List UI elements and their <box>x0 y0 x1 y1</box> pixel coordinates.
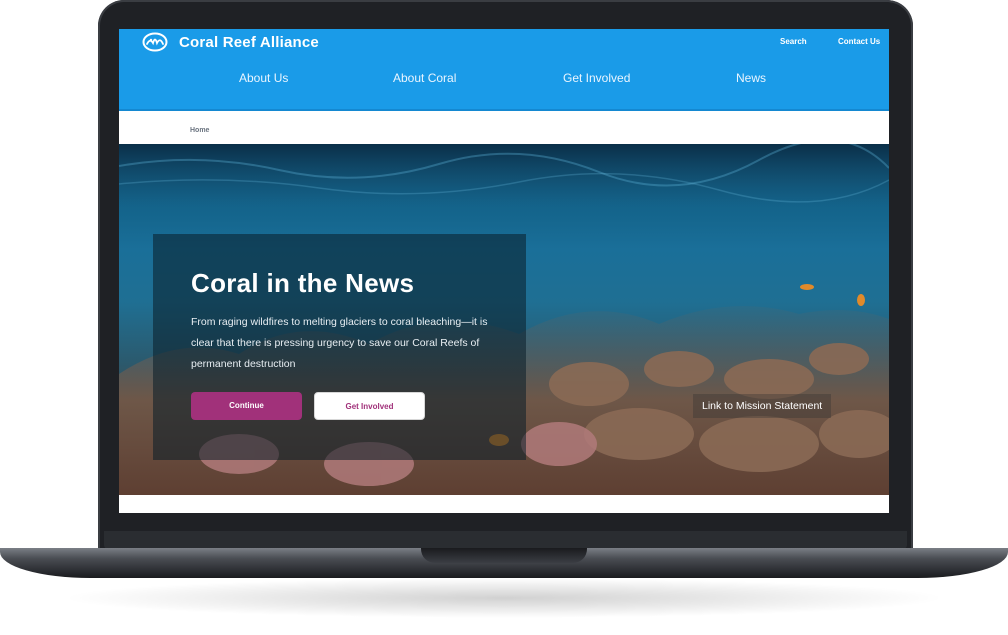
laptop-mockup: Coral Reef Alliance Search Contact Us Ab… <box>0 0 1008 635</box>
hero-body-text: From raging wildfires to melting glacier… <box>191 316 488 370</box>
laptop-notch <box>421 548 587 563</box>
nav-item-news[interactable]: News <box>736 71 766 85</box>
breadcrumb-home[interactable]: Home <box>190 127 209 134</box>
site-header: Coral Reef Alliance Search Contact Us Ab… <box>119 29 889 111</box>
continue-button[interactable]: Continue <box>191 392 302 420</box>
laptop-chin <box>104 531 907 549</box>
nav-item-about-coral[interactable]: About Coral <box>393 71 456 85</box>
hero-section: Coral in the News From raging wildfires … <box>119 144 889 495</box>
laptop-screen: Coral Reef Alliance Search Contact Us Ab… <box>119 29 889 513</box>
brand-name[interactable]: Coral Reef Alliance <box>179 34 319 51</box>
hero-title: Coral in the News <box>191 268 415 298</box>
get-involved-button[interactable]: Get Involved <box>314 392 425 420</box>
search-link[interactable]: Search <box>780 37 807 46</box>
nav-item-about-us[interactable]: About Us <box>239 71 288 85</box>
mission-statement-link[interactable]: Link to Mission Statement <box>693 394 832 418</box>
main-nav: About Us About Coral Get Involved News <box>119 71 889 89</box>
hero-card: Coral in the News From raging wildfires … <box>153 234 526 460</box>
coral-reef-alliance-logo-icon[interactable] <box>142 32 168 52</box>
nav-item-get-involved[interactable]: Get Involved <box>563 71 630 85</box>
laptop-shadow <box>60 578 948 618</box>
contact-us-link[interactable]: Contact Us <box>838 37 880 46</box>
